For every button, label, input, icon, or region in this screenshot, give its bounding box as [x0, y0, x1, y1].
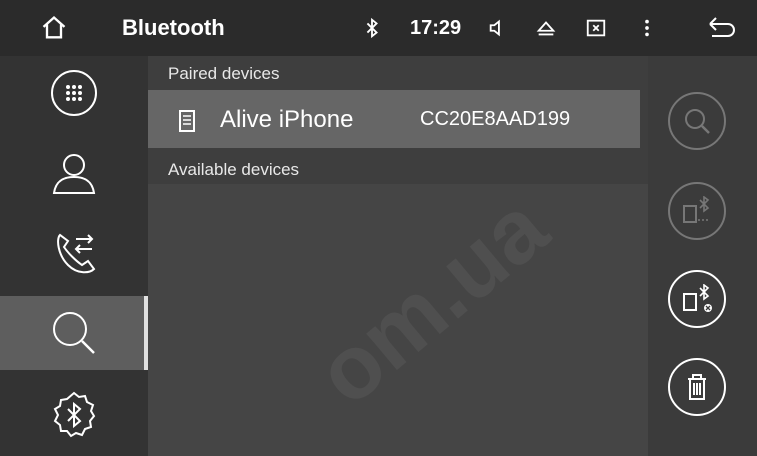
volume-icon[interactable] [482, 12, 514, 44]
nav-call-log[interactable] [0, 216, 148, 290]
bluetooth-status-icon [356, 12, 388, 44]
trash-icon [688, 374, 706, 400]
phone-icon [179, 110, 195, 132]
nav-search[interactable] [0, 296, 148, 370]
more-icon[interactable] [631, 12, 663, 44]
search-icon [53, 312, 95, 354]
contact-icon [52, 154, 96, 194]
bluetooth-settings-icon [53, 391, 96, 438]
connect-device-button[interactable] [668, 182, 726, 240]
nav-dialpad[interactable] [0, 56, 148, 130]
search-devices-button[interactable] [668, 92, 726, 150]
clock: 17:29 [410, 17, 462, 39]
device-address: CC20E8AAD199 [420, 108, 571, 130]
paired-device-row[interactable]: Alive iPhone CC20E8AAD199 [148, 90, 640, 148]
page-title: Bluetooth [122, 15, 225, 40]
available-devices-label: Available devices [168, 160, 300, 179]
call-log-icon [57, 233, 96, 274]
search-icon [685, 109, 710, 134]
connect-device-icon [683, 196, 710, 223]
paired-devices-label: Paired devices [168, 64, 280, 83]
home-icon[interactable] [38, 12, 70, 44]
title-bar: Bluetooth 17:29 [0, 0, 757, 56]
disconnect-device-button[interactable] [668, 270, 726, 328]
nav-contacts[interactable] [0, 136, 148, 210]
dialpad-icon [51, 70, 97, 116]
screen-off-icon[interactable] [580, 12, 612, 44]
disconnect-device-icon [683, 284, 712, 312]
right-action-bar [648, 56, 757, 456]
back-icon[interactable] [705, 12, 737, 44]
nav-bluetooth-settings[interactable] [0, 378, 148, 452]
left-nav [0, 56, 148, 456]
eject-icon[interactable] [530, 12, 562, 44]
delete-device-button[interactable] [668, 358, 726, 416]
device-name: Alive iPhone [220, 106, 354, 133]
